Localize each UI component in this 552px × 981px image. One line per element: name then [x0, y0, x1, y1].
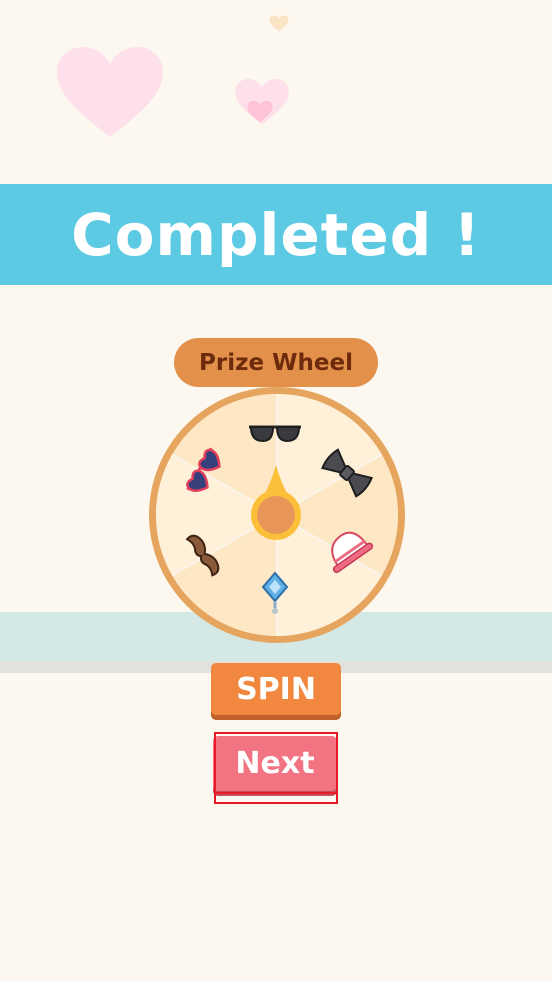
wheel-pointer — [251, 465, 301, 540]
page-title: Completed ! — [71, 200, 481, 269]
heart-decoration-tiny — [269, 15, 289, 32]
heart-decoration-small — [247, 100, 273, 123]
completed-banner: Completed ! — [0, 184, 552, 285]
next-button[interactable]: Next — [213, 736, 337, 791]
heart-decoration-large — [57, 47, 163, 137]
next-button-highlight-divider — [214, 792, 338, 794]
prize-wheel-title: Prize Wheel — [174, 338, 378, 387]
spin-button[interactable]: SPIN — [211, 663, 341, 715]
